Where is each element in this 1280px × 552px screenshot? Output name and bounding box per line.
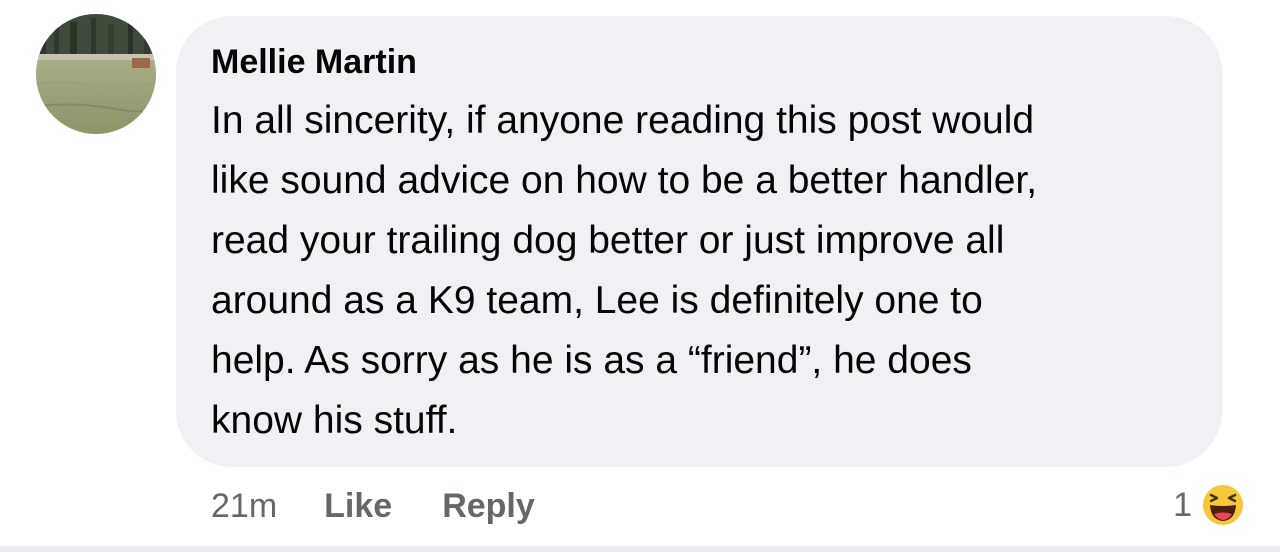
reply-button[interactable]: Reply — [442, 487, 535, 526]
like-button[interactable]: Like — [324, 487, 392, 526]
comment-line: help. As sorry as he is as a “friend”, h… — [211, 339, 972, 382]
laughing-emoji-icon — [1201, 483, 1245, 527]
avatar-photo — [36, 14, 156, 134]
comment-timestamp[interactable]: 21m — [211, 487, 277, 526]
comment-line: know his stuff. — [211, 399, 458, 442]
comment-actions: 21m Like Reply — [211, 484, 535, 528]
comment-line: In all sincerity, if anyone reading this… — [211, 99, 1035, 142]
comment-line: like sound advice on how to be a better … — [211, 159, 1038, 202]
divider — [0, 546, 1280, 552]
comment-body: In all sincerity, if anyone reading this… — [211, 91, 1037, 451]
reaction-summary[interactable]: 1 — [1173, 480, 1246, 530]
comment-author[interactable]: Mellie Martin — [211, 40, 417, 84]
comment-line: around as a K9 team, Lee is definitely o… — [211, 279, 983, 322]
comment-line: read your trailing dog better or just im… — [211, 219, 1005, 262]
reaction-count: 1 — [1173, 485, 1192, 524]
avatar[interactable] — [36, 14, 156, 134]
